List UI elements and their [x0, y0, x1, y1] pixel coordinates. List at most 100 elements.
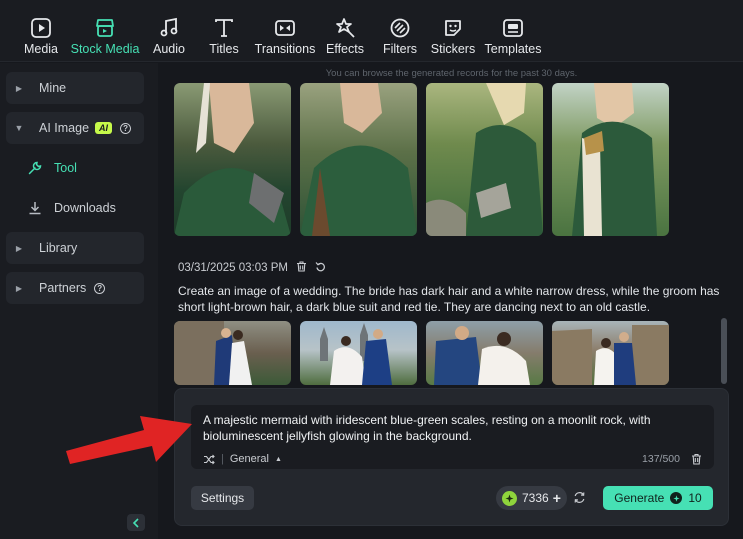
sidebar: ▶ Mine ▼ AI Image AI ? Tool Downloads ▶ …: [0, 63, 158, 539]
trash-icon: [296, 261, 306, 272]
transitions-icon: [274, 17, 296, 39]
record-timestamp: 03/31/2025 03:03 PM: [178, 262, 288, 274]
generate-button[interactable]: Generate 10: [603, 486, 713, 510]
tab-label: Audio: [153, 42, 185, 56]
caret-right-icon: ▶: [15, 243, 23, 253]
effects-icon: [334, 17, 356, 39]
sidebar-item-label: Downloads: [54, 201, 116, 215]
generated-image-thumbnail[interactable]: [552, 83, 669, 236]
separator: |: [221, 453, 224, 465]
caret-up-icon: ▲: [275, 455, 282, 463]
refresh-icon: [574, 492, 585, 503]
scrollbar[interactable]: [721, 318, 727, 384]
annotation-arrow-icon: [66, 416, 192, 464]
credits-balance[interactable]: 7336 +: [496, 486, 567, 510]
generated-image-thumbnail[interactable]: [552, 321, 669, 385]
sidebar-item-ai-image[interactable]: ▼ AI Image AI ?: [6, 112, 144, 144]
record-prompt: Create an image of a wedding. The bride …: [178, 284, 720, 314]
style-label: General: [229, 453, 269, 465]
add-credits-icon[interactable]: +: [553, 490, 561, 506]
caret-right-icon: ▶: [15, 83, 23, 93]
help-icon[interactable]: ?: [120, 122, 132, 134]
elf-image: [174, 83, 291, 236]
help-icon[interactable]: ?: [94, 282, 106, 294]
shuffle-icon: [204, 454, 215, 464]
caret-right-icon: ▶: [15, 283, 23, 293]
tab-stock-media[interactable]: Stock Media: [70, 0, 140, 62]
char-count: 137/500: [642, 453, 680, 465]
settings-button[interactable]: Settings: [191, 486, 254, 510]
tab-templates[interactable]: Templates: [484, 0, 542, 62]
credit-coin-icon: [670, 492, 683, 504]
caret-down-icon: ▼: [14, 123, 24, 133]
generated-image-thumbnail[interactable]: [174, 321, 291, 385]
undo-icon: [315, 262, 325, 272]
generated-image-thumbnail[interactable]: [426, 83, 543, 236]
credits-count: 7336: [522, 491, 549, 505]
templates-icon: [502, 17, 524, 39]
collapse-sidebar-button[interactable]: [127, 514, 145, 531]
tab-label: Stickers: [430, 42, 476, 56]
wedding-image: [552, 325, 669, 385]
wedding-image: [434, 326, 530, 385]
tab-label: Media: [23, 42, 59, 56]
style-selector[interactable]: | General ▲: [203, 453, 282, 465]
generated-image-thumbnail[interactable]: [174, 83, 291, 236]
sidebar-item-tool[interactable]: Tool: [28, 156, 77, 180]
refresh-credits-button[interactable]: [573, 491, 586, 509]
prompt-input-text[interactable]: A majestic mermaid with iridescent blue-…: [203, 413, 708, 444]
generated-image-thumbnail[interactable]: [300, 321, 417, 385]
generate-cost: 10: [688, 491, 702, 505]
sidebar-item-downloads[interactable]: Downloads: [28, 196, 116, 220]
sidebar-item-label: Library: [39, 241, 78, 255]
generated-image-thumbnail[interactable]: [426, 321, 543, 385]
tab-label: Templates: [484, 42, 542, 56]
generated-image-thumbnail[interactable]: [300, 83, 417, 236]
sidebar-item-mine[interactable]: ▶ Mine: [6, 72, 144, 104]
prompt-input[interactable]: A majestic mermaid with iridescent blue-…: [191, 405, 714, 469]
clear-input-button[interactable]: [691, 452, 702, 470]
sidebar-item-label: Tool: [54, 161, 77, 175]
generate-label: Generate: [614, 491, 665, 505]
credit-coin-icon: [502, 490, 517, 506]
sidebar-item-label: Mine: [39, 81, 67, 95]
history-notice: You can browse the generated records for…: [325, 68, 578, 79]
regenerate-record-button[interactable]: [315, 261, 326, 275]
tab-label: Transitions: [254, 42, 316, 56]
stock-media-icon: [94, 17, 116, 39]
download-icon: [28, 201, 42, 215]
top-toolbar: Media Stock Media Audio Titles Transitio…: [0, 0, 743, 62]
tab-stickers[interactable]: Stickers: [430, 0, 476, 62]
filters-icon: [389, 17, 411, 39]
tab-label: Effects: [326, 42, 364, 56]
elf-image: [426, 83, 543, 236]
trash-icon: [692, 453, 701, 465]
main-content: You can browse the generated records for…: [160, 63, 743, 539]
chevron-left-icon: [132, 517, 139, 528]
tab-titles[interactable]: Titles: [204, 0, 244, 62]
wedding-image: [174, 321, 252, 385]
tab-media[interactable]: Media: [16, 0, 66, 62]
tab-transitions[interactable]: Transitions: [254, 0, 316, 62]
audio-icon: [158, 17, 180, 39]
sidebar-item-partners[interactable]: ▶ Partners ?: [6, 272, 144, 304]
wedding-image: [320, 323, 392, 385]
stickers-icon: [442, 17, 464, 39]
tab-filters[interactable]: Filters: [380, 0, 420, 62]
record-header: 03/31/2025 03:03 PM: [178, 261, 326, 275]
tab-effects[interactable]: Effects: [324, 0, 366, 62]
tab-audio[interactable]: Audio: [148, 0, 190, 62]
tab-label: Stock Media: [70, 42, 140, 56]
ai-badge: AI: [95, 122, 113, 134]
delete-record-button[interactable]: [296, 261, 307, 275]
elf-image: [300, 83, 417, 236]
wrench-icon: [28, 161, 42, 175]
generate-panel: A majestic mermaid with iridescent blue-…: [174, 388, 729, 526]
sidebar-item-library[interactable]: ▶ Library: [6, 232, 144, 264]
sidebar-item-label: AI Image: [39, 121, 90, 135]
media-icon: [30, 17, 52, 39]
tab-label: Titles: [209, 42, 239, 56]
tab-label: Filters: [382, 42, 418, 56]
sidebar-item-label: Partners: [39, 281, 87, 295]
elf-image: [572, 83, 657, 236]
